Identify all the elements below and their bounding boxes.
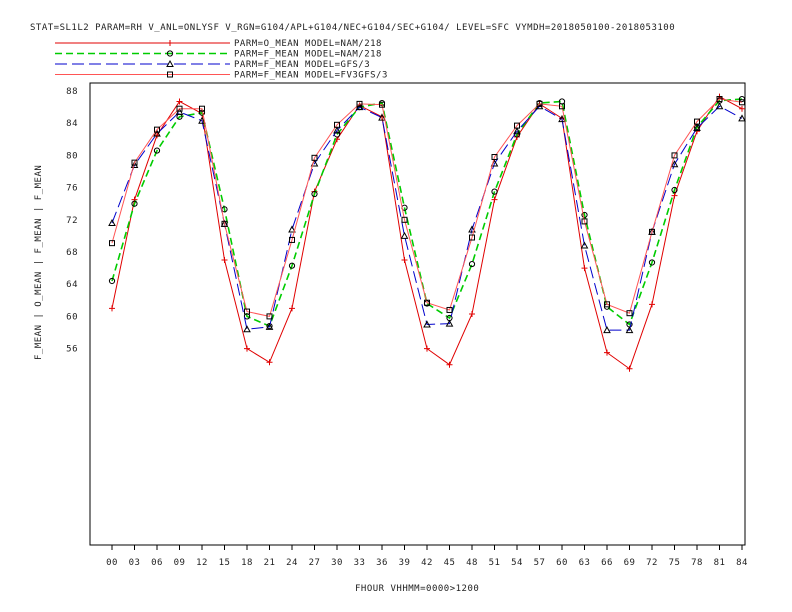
y-tick-label: 56 — [66, 345, 78, 355]
x-tick-label: 45 — [444, 558, 456, 568]
chart-title: STAT=SL1L2 PARAM=RH V_ANL=ONLYSF V_RGN=G… — [30, 23, 675, 33]
x-tick-label: 69 — [624, 558, 636, 568]
x-tick-label: 33 — [354, 558, 366, 568]
data-point — [109, 305, 115, 312]
x-tick-label: 51 — [489, 558, 501, 568]
data-point — [243, 325, 251, 333]
x-tick-label: 42 — [421, 558, 433, 568]
legend-label: PARM=O_MEAN MODEL=NAM/218 — [234, 39, 382, 49]
y-tick-label: 88 — [66, 87, 78, 97]
x-tick-label: 75 — [669, 558, 681, 568]
y-tick-label: 76 — [66, 184, 78, 194]
legend-marker — [167, 40, 173, 46]
y-tick-label: 72 — [66, 216, 78, 226]
legend-label: PARM=F_MEAN MODEL=FV3GFS/3 — [234, 71, 388, 81]
y-tick-label: 80 — [66, 151, 78, 161]
x-tick-label: 72 — [646, 558, 658, 568]
x-tick-label: 84 — [736, 558, 748, 568]
x-tick-label: 24 — [286, 558, 298, 568]
data-point — [581, 265, 588, 272]
x-tick-label: 36 — [376, 558, 388, 568]
data-point — [469, 310, 475, 317]
x-tick-label: 57 — [534, 558, 546, 568]
x-tick-label: 63 — [579, 558, 591, 568]
data-point — [176, 98, 183, 105]
x-tick-label: 15 — [219, 558, 231, 568]
legend-label: PARM=F_MEAN MODEL=NAM/218 — [234, 50, 382, 60]
x-tick-label: 06 — [151, 558, 163, 568]
x-tick-label: 00 — [106, 558, 118, 568]
y-tick-label: 64 — [66, 280, 78, 290]
y-tick-label: 84 — [66, 119, 78, 129]
series-line — [111, 98, 743, 317]
y-tick-label: 68 — [66, 248, 78, 258]
series-3 — [108, 102, 746, 334]
data-point — [739, 105, 745, 112]
data-point — [221, 257, 228, 264]
data-point — [400, 231, 409, 239]
y-tick-label: 60 — [66, 312, 78, 322]
series-line — [111, 95, 743, 370]
x-tick-label: 27 — [309, 558, 321, 568]
x-tick-label: 78 — [691, 558, 703, 568]
x-axis: 00 03 06 09 12 15 18 21 24 27 30 33 36 39 42 45 48 51 54 57… — [106, 545, 748, 568]
data-point — [289, 305, 295, 312]
series-group — [108, 93, 746, 372]
x-axis-label: FHOUR VHHMM=0000>1200 — [355, 584, 479, 594]
y-axis: 56 60 64 68 72 76 80 84 88 — [66, 87, 78, 355]
x-tick-label: 66 — [601, 558, 613, 568]
x-tick-label: 12 — [196, 558, 208, 568]
legend: PARM=O_MEAN MODEL=NAM/218PARM=F_MEAN MOD… — [55, 39, 388, 81]
plot-frame — [89, 82, 746, 546]
data-point — [649, 301, 655, 308]
x-tick-label: 60 — [556, 558, 568, 568]
x-tick-label: 48 — [466, 558, 478, 568]
x-tick-label: 09 — [174, 558, 186, 568]
x-tick-label: 21 — [264, 558, 276, 568]
series-line — [111, 105, 743, 331]
y-axis-label: F_MEAN | O_MEAN | F_MEAN | F_MEAN — [34, 165, 44, 360]
x-tick-label: 39 — [399, 558, 411, 568]
x-tick-label: 81 — [714, 558, 726, 568]
x-tick-label: 30 — [331, 558, 343, 568]
x-tick-label: 18 — [241, 558, 253, 568]
x-tick-label: 54 — [511, 558, 523, 568]
data-point — [266, 359, 273, 366]
data-point — [244, 345, 250, 352]
data-point — [401, 257, 408, 264]
chart-canvas: STAT=SL1L2 PARAM=RH V_ANL=ONLYSF V_RGN=G… — [30, 23, 748, 594]
x-tick-label: 03 — [129, 558, 141, 568]
data-point — [603, 326, 611, 334]
legend-label: PARM=F_MEAN MODEL=GFS/3 — [234, 60, 370, 70]
